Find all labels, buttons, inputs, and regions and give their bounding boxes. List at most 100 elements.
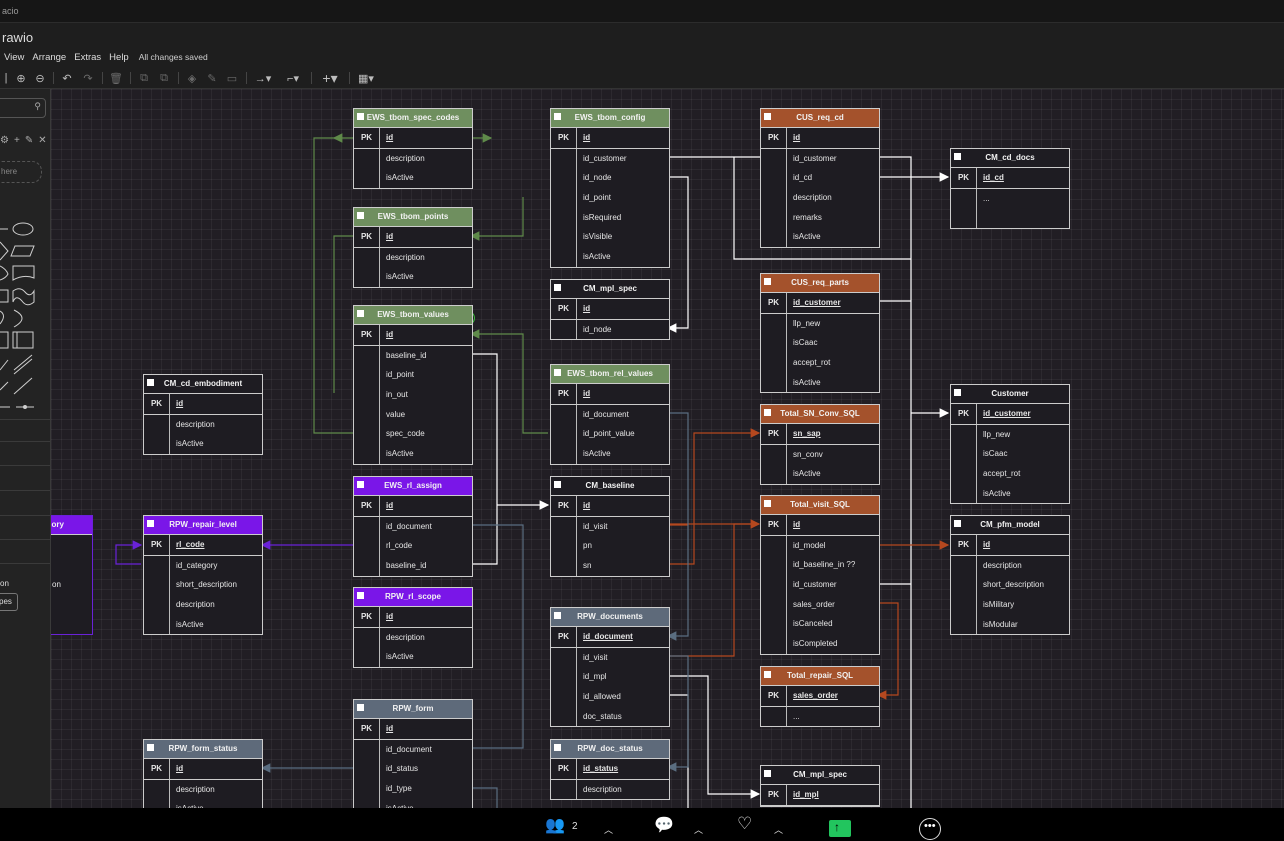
primary-key-row[interactable]: PK id [551,299,669,320]
field-row[interactable]: isActive [354,647,472,668]
collapse-icon[interactable] [764,278,771,285]
table-gory[interactable]: gory on [51,515,93,635]
field-row[interactable]: accept_rot [761,353,879,373]
field-row[interactable]: short_description [144,575,262,596]
table-header[interactable]: RPW_rl_scope [354,588,472,607]
field-row[interactable]: isRequired [551,207,669,228]
field-row[interactable]: isActive [761,464,879,485]
field-row[interactable]: id_visit [551,647,669,668]
table-header[interactable]: RPW_form_status [144,740,262,759]
field-row[interactable]: id_point_value [551,424,669,445]
table-header[interactable]: EWS_tbom_values [354,306,472,325]
primary-key-row[interactable]: PK sn_sap [761,424,879,445]
field-row[interactable]: description [144,414,262,435]
table-header[interactable]: EWS_tbom_spec_codes [354,109,472,128]
field-row[interactable]: isCaac [761,333,879,354]
field-row[interactable]: description [761,188,879,208]
field-row[interactable]: id_allowed [551,687,669,707]
redo-icon[interactable]: ↷ [81,70,95,86]
menu-help[interactable]: Help [109,52,129,63]
field-row[interactable]: id_baseline_in ?? [761,555,879,576]
table-rpw-doc-status[interactable]: RPW_doc_status PK id_status description [550,739,670,801]
table-cus-req-parts[interactable]: CUS_req_parts PK id_customer llp_new isCaac a… [760,273,880,394]
to-front-icon[interactable]: ⧉ [137,70,151,86]
field-row[interactable]: isVisible [551,227,669,248]
undo-icon[interactable]: ↶ [60,70,74,86]
field-row[interactable]: isActive [551,444,669,464]
field-row[interactable]: ... [761,706,879,727]
table-total-repair-sql[interactable]: Total_repair_SQL PK sales_order... [760,666,880,728]
field-row[interactable]: isCaac [951,444,1069,465]
field-row[interactable]: isActive [144,799,262,808]
primary-key-row[interactable]: PK id_document [551,627,669,648]
shadow-icon[interactable]: ▭ [225,70,239,86]
collapse-icon[interactable] [764,409,771,416]
field-row[interactable]: id_document [551,404,669,425]
table-cm-cd-embodiment[interactable]: CM_cd_embodiment PK id description isActive [143,374,263,456]
field-row[interactable]: id_visit [551,516,669,537]
field-row[interactable]: id_document [354,516,472,537]
field-row[interactable]: isActive [354,168,472,189]
collapse-icon[interactable] [357,592,364,599]
field-row[interactable]: description [354,247,472,268]
sidebar-section-label[interactable]: on [0,579,9,588]
table-header[interactable]: RPW_documents [551,608,669,627]
field-row[interactable]: description [551,779,669,800]
collapse-icon[interactable] [954,389,961,396]
field-row[interactable]: id_type [354,779,472,799]
field-row[interactable]: id_customer [761,575,879,595]
table-rpw-documents[interactable]: RPW_documents PK id_document id_visit id_mpl… [550,607,670,728]
primary-key-row[interactable]: PK id [551,496,669,517]
table-ews-tbom-config[interactable]: EWS_tbom_config PK id id_customer id_node id_… [550,108,670,268]
chat-icon[interactable]: 💬 [654,815,674,835]
table-header[interactable]: EWS_tbom_rel_values [551,365,669,384]
table-header[interactable]: EWS_tbom_config [551,109,669,128]
table-header[interactable]: Total_SN_Conv_SQL [761,405,879,424]
field-row[interactable]: isActive [551,247,669,267]
collapse-icon[interactable] [764,671,771,678]
collapse-icon[interactable] [554,113,561,120]
table-total-sn-conv-sql[interactable]: Total_SN_Conv_SQL PK sn_sap sn_conv isActive [760,404,880,486]
chevron-up-icon[interactable]: ︿ [774,823,783,836]
field-row[interactable]: doc_status [551,706,669,727]
primary-key-row[interactable]: PK id [144,759,262,780]
field-row[interactable]: isActive [144,434,262,455]
more-options-button[interactable]: ••• [919,818,941,840]
table-cm-baseline[interactable]: CM_baseline PK id id_visit pn sn [550,476,670,577]
field-row[interactable]: accept_rot [951,464,1069,484]
primary-key-row[interactable]: PK id [354,227,472,248]
table-header[interactable]: CUS_req_parts [761,274,879,293]
field-row[interactable]: pn [551,536,669,557]
primary-key-row[interactable]: PK id [951,535,1069,556]
collapse-icon[interactable] [554,369,561,376]
primary-key-row[interactable]: PK id [551,384,669,405]
field-row[interactable]: isActive [761,372,879,393]
table-header[interactable]: RPW_doc_status [551,740,669,759]
table-header[interactable]: RPW_repair_level [144,516,262,535]
field-row[interactable]: value [354,404,472,425]
table-header[interactable]: CUS_req_cd [761,109,879,128]
table-header[interactable]: gory [51,516,92,535]
close-icon[interactable]: ✕ [38,135,46,146]
table-cus-req-cd[interactable]: CUS_req_cd PK id id_customer id_cd descriptio… [760,108,880,249]
field-row[interactable]: description [951,555,1069,576]
field-row[interactable]: ... [951,188,1069,209]
collapse-icon[interactable] [954,153,961,160]
table-total-visit-sql[interactable]: Total_visit_SQL PK id id_model id_baseline_i… [760,495,880,655]
field-row[interactable]: isActive [951,483,1069,504]
table-rpw-form-status[interactable]: RPW_form_status PK id description isActive [143,739,263,808]
field-row[interactable]: id_point [551,188,669,208]
zoom-out-icon[interactable]: ⊖ [33,70,47,86]
reactions-icon[interactable]: ♡ [737,814,752,834]
field-row[interactable]: llp_new [951,424,1069,445]
field-row[interactable]: rl_code [354,536,472,557]
primary-key-row[interactable]: PK id [354,128,472,149]
field-row[interactable]: description [354,627,472,648]
to-back-icon[interactable]: ⧉ [157,70,171,86]
primary-key-row[interactable]: PK id [144,394,262,415]
field-row[interactable]: id_status [354,759,472,780]
primary-key-row[interactable]: PK id [354,496,472,517]
table-cm-cd-docs[interactable]: CM_cd_docs PK id_cd... [950,148,1070,230]
table-header[interactable]: CM_cd_docs [951,149,1069,168]
field-row[interactable]: short_description [951,575,1069,596]
